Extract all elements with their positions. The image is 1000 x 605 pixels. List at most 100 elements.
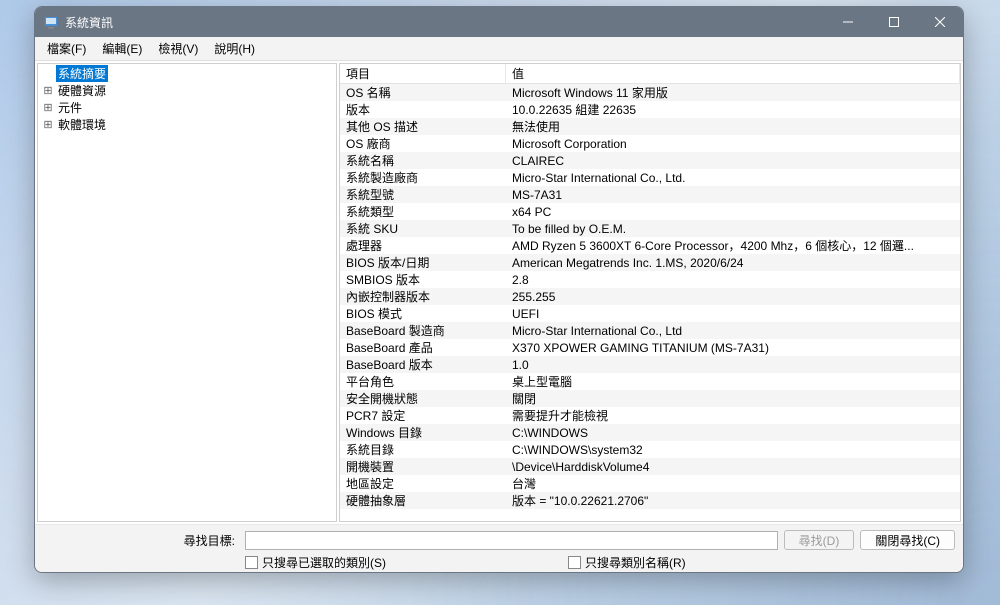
app-icon bbox=[43, 14, 59, 30]
list-row[interactable]: 內嵌控制器版本255.255 bbox=[340, 288, 960, 305]
menu-help[interactable]: 說明(H) bbox=[206, 37, 263, 60]
list-row[interactable]: 系統目錄C:\WINDOWS\system32 bbox=[340, 441, 960, 458]
cell-value: UEFI bbox=[506, 307, 960, 321]
list-row[interactable]: 系統名稱CLAIREC bbox=[340, 152, 960, 169]
tree-item-label: 硬體資源 bbox=[56, 82, 108, 99]
cell-item: 系統製造廠商 bbox=[340, 169, 506, 186]
list-row[interactable]: 處理器AMD Ryzen 5 3600XT 6-Core Processor，4… bbox=[340, 237, 960, 254]
cell-item: 系統名稱 bbox=[340, 152, 506, 169]
cell-value: \Device\HarddiskVolume4 bbox=[506, 460, 960, 474]
tree-item[interactable]: ⊞硬體資源 bbox=[38, 82, 336, 99]
cell-item: OS 廠商 bbox=[340, 135, 506, 152]
expand-spacer bbox=[42, 68, 54, 80]
list-row[interactable]: 系統製造廠商Micro-Star International Co., Ltd. bbox=[340, 169, 960, 186]
system-info-window: 系統資訊 檔案(F) 編輯(E) 檢視(V) 說明(H) 系統摘要⊞硬體資源⊞元… bbox=[34, 6, 964, 573]
maximize-button[interactable] bbox=[871, 7, 917, 37]
cell-value: AMD Ryzen 5 3600XT 6-Core Processor，4200… bbox=[506, 237, 960, 254]
search-selected-only-checkbox[interactable]: 只搜尋已選取的類別(S) bbox=[245, 554, 386, 571]
list-row[interactable]: SMBIOS 版本2.8 bbox=[340, 271, 960, 288]
list-row[interactable]: 版本10.0.22635 組建 22635 bbox=[340, 101, 960, 118]
cell-value: 關閉 bbox=[506, 390, 960, 407]
list-row[interactable]: BaseBoard 製造商Micro-Star International Co… bbox=[340, 322, 960, 339]
cell-value: X370 XPOWER GAMING TITANIUM (MS-7A31) bbox=[506, 341, 960, 355]
cell-value: 1.0 bbox=[506, 358, 960, 372]
cell-item: 內嵌控制器版本 bbox=[340, 288, 506, 305]
expand-icon[interactable]: ⊞ bbox=[42, 85, 54, 97]
list-row[interactable]: BIOS 模式UEFI bbox=[340, 305, 960, 322]
list-row[interactable]: 平台角色桌上型電腦 bbox=[340, 373, 960, 390]
cell-value: American Megatrends Inc. 1.MS, 2020/6/24 bbox=[506, 256, 960, 270]
list-row[interactable]: 開機裝置\Device\HarddiskVolume4 bbox=[340, 458, 960, 475]
cell-item: Windows 目錄 bbox=[340, 424, 506, 441]
tree-item[interactable]: ⊞元件 bbox=[38, 99, 336, 116]
list-row[interactable]: BaseBoard 產品X370 XPOWER GAMING TITANIUM … bbox=[340, 339, 960, 356]
navigation-tree[interactable]: 系統摘要⊞硬體資源⊞元件⊞軟體環境 bbox=[37, 63, 337, 522]
cell-item: 系統類型 bbox=[340, 203, 506, 220]
cell-value: MS-7A31 bbox=[506, 188, 960, 202]
menu-view[interactable]: 檢視(V) bbox=[150, 37, 206, 60]
minimize-button[interactable] bbox=[825, 7, 871, 37]
menu-edit[interactable]: 編輯(E) bbox=[94, 37, 150, 60]
cell-value: 桌上型電腦 bbox=[506, 373, 960, 390]
list-header: 項目 值 bbox=[340, 64, 960, 84]
cell-item: 硬體抽象層 bbox=[340, 492, 506, 509]
cell-value: 10.0.22635 組建 22635 bbox=[506, 101, 960, 118]
tree-item[interactable]: ⊞軟體環境 bbox=[38, 116, 336, 133]
window-title: 系統資訊 bbox=[65, 14, 825, 31]
cell-item: 處理器 bbox=[340, 237, 506, 254]
tree-item-label: 系統摘要 bbox=[56, 65, 108, 82]
expand-icon[interactable]: ⊞ bbox=[42, 102, 54, 114]
titlebar[interactable]: 系統資訊 bbox=[35, 7, 963, 37]
close-button[interactable] bbox=[917, 7, 963, 37]
cell-item: OS 名稱 bbox=[340, 84, 506, 101]
list-row[interactable]: PCR7 設定需要提升才能檢視 bbox=[340, 407, 960, 424]
checkbox-icon bbox=[245, 556, 258, 569]
tree-item[interactable]: 系統摘要 bbox=[38, 65, 336, 82]
list-row[interactable]: BaseBoard 版本1.0 bbox=[340, 356, 960, 373]
menubar: 檔案(F) 編輯(E) 檢視(V) 說明(H) bbox=[35, 37, 963, 61]
cell-value: 版本 = "10.0.22621.2706" bbox=[506, 492, 960, 509]
cell-value: To be filled by O.E.M. bbox=[506, 222, 960, 236]
cell-item: BaseBoard 版本 bbox=[340, 356, 506, 373]
list-row[interactable]: 系統 SKUTo be filled by O.E.M. bbox=[340, 220, 960, 237]
cell-item: 版本 bbox=[340, 101, 506, 118]
list-body[interactable]: OS 名稱Microsoft Windows 11 家用版版本10.0.2263… bbox=[340, 84, 960, 521]
cell-value: 255.255 bbox=[506, 290, 960, 304]
search-category-only-checkbox[interactable]: 只搜尋類別名稱(R) bbox=[568, 554, 686, 571]
cell-item: 平台角色 bbox=[340, 373, 506, 390]
cell-item: BaseBoard 製造商 bbox=[340, 322, 506, 339]
tree-item-label: 軟體環境 bbox=[56, 116, 108, 133]
cell-value: Microsoft Windows 11 家用版 bbox=[506, 84, 960, 101]
list-row[interactable]: 其他 OS 描述無法使用 bbox=[340, 118, 960, 135]
list-row[interactable]: 系統型號MS-7A31 bbox=[340, 186, 960, 203]
cell-value: C:\WINDOWS\system32 bbox=[506, 443, 960, 457]
list-row[interactable]: BIOS 版本/日期American Megatrends Inc. 1.MS,… bbox=[340, 254, 960, 271]
cell-value: 需要提升才能檢視 bbox=[506, 407, 960, 424]
list-row[interactable]: 地區設定台灣 bbox=[340, 475, 960, 492]
close-find-button[interactable]: 關閉尋找(C) bbox=[860, 530, 955, 550]
tree-item-label: 元件 bbox=[56, 99, 84, 116]
cell-item: PCR7 設定 bbox=[340, 407, 506, 424]
cell-item: 系統 SKU bbox=[340, 220, 506, 237]
col-header-item[interactable]: 項目 bbox=[340, 64, 506, 83]
cell-value: Microsoft Corporation bbox=[506, 137, 960, 151]
list-row[interactable]: OS 廠商Microsoft Corporation bbox=[340, 135, 960, 152]
cell-item: BIOS 模式 bbox=[340, 305, 506, 322]
content-area: 系統摘要⊞硬體資源⊞元件⊞軟體環境 項目 值 OS 名稱Microsoft Wi… bbox=[35, 61, 963, 524]
details-pane: 項目 值 OS 名稱Microsoft Windows 11 家用版版本10.0… bbox=[339, 63, 961, 522]
list-row[interactable]: Windows 目錄C:\WINDOWS bbox=[340, 424, 960, 441]
col-header-value[interactable]: 值 bbox=[506, 64, 960, 83]
list-row[interactable]: 硬體抽象層版本 = "10.0.22621.2706" bbox=[340, 492, 960, 509]
cell-item: 安全開機狀態 bbox=[340, 390, 506, 407]
cell-value: 台灣 bbox=[506, 475, 960, 492]
menu-file[interactable]: 檔案(F) bbox=[39, 37, 94, 60]
list-row[interactable]: OS 名稱Microsoft Windows 11 家用版 bbox=[340, 84, 960, 101]
find-button[interactable]: 尋找(D) bbox=[784, 530, 855, 550]
list-row[interactable]: 安全開機狀態關閉 bbox=[340, 390, 960, 407]
cell-value: C:\WINDOWS bbox=[506, 426, 960, 440]
list-row[interactable]: 系統類型x64 PC bbox=[340, 203, 960, 220]
search-input[interactable] bbox=[245, 531, 778, 550]
cell-item: 其他 OS 描述 bbox=[340, 118, 506, 135]
expand-icon[interactable]: ⊞ bbox=[42, 119, 54, 131]
cell-item: 開機裝置 bbox=[340, 458, 506, 475]
